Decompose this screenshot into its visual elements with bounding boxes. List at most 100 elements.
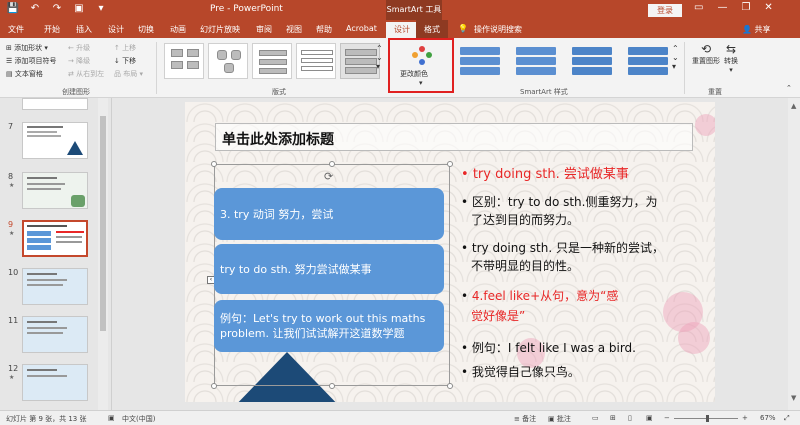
restore-icon[interactable]: ❐ [741, 2, 750, 13]
bullet-3-cont: 不带明显的目的性。 [471, 259, 580, 273]
collapse-ribbon-icon[interactable]: ⌃ [786, 84, 792, 92]
tab-acrobat[interactable]: Acrobat [346, 24, 377, 33]
zoom-slider[interactable] [674, 415, 738, 422]
smartart-style-2[interactable] [516, 45, 556, 77]
slide-thumbnail-8[interactable] [22, 172, 88, 209]
language-status[interactable]: 中文(中国) [122, 414, 155, 424]
share-button[interactable]: 👤 共享 [742, 24, 771, 35]
undo-icon[interactable]: ↶ [28, 3, 42, 14]
layout-option-1[interactable] [164, 43, 204, 79]
ribbon-display-icon[interactable]: ▭ [694, 2, 703, 13]
tab-smartart-format[interactable]: 格式 [416, 20, 448, 38]
layout-option-5-selected[interactable] [340, 43, 380, 79]
slide[interactable]: 单击此处添加标题 ⟳ ‹ 3. try 动词 努力，尝试 try to do s… [185, 102, 715, 402]
resize-handle[interactable] [211, 161, 217, 167]
fit-slide-icon[interactable]: ⤢ [784, 414, 790, 423]
save-icon[interactable]: 💾 [6, 3, 20, 14]
smartart-style-1[interactable] [460, 45, 500, 77]
slide-thumbnail-pane: 7 8 ★ 9 ★ 10 11 12 ★ [0, 98, 112, 410]
thumbnail-scrollbar[interactable] [98, 98, 108, 410]
text-pane-button[interactable]: ▤ 文本窗格 [6, 69, 43, 79]
tell-me-search[interactable]: 操作说明搜索 [474, 24, 522, 35]
reset-group-label: 重置 [708, 88, 722, 96]
smartart-style-3[interactable] [572, 45, 612, 77]
tab-transitions[interactable]: 切换 [138, 24, 154, 35]
promote-button[interactable]: ← 升级 [68, 43, 90, 53]
slide-thumbnail-11[interactable] [22, 316, 88, 353]
canvas-scrollbar[interactable]: ▲ ▼ [788, 98, 800, 410]
thumb-number: 8 [8, 172, 14, 181]
tab-home[interactable]: 开始 [44, 24, 60, 35]
tab-review[interactable]: 审阅 [256, 24, 272, 35]
add-shape-button[interactable]: ⊞ 添加形状 ▾ [6, 43, 48, 53]
resize-handle[interactable] [447, 161, 453, 167]
login-button[interactable]: 登录 [648, 4, 682, 17]
smartart-shape-1-text: 3. try 动词 努力，尝试 [220, 208, 334, 221]
close-icon[interactable]: ✕ [764, 2, 772, 13]
convert-button[interactable]: ⇆ 转换 ▾ [724, 42, 738, 74]
animation-star-icon: ★ [9, 230, 15, 237]
tab-view[interactable]: 视图 [286, 24, 302, 35]
layout-button[interactable]: 品 布局 ▾ [114, 69, 143, 79]
spellcheck-icon[interactable]: ▣ [108, 414, 115, 422]
slide-sorter-icon[interactable]: ⊞ [610, 414, 616, 422]
zoom-out-icon[interactable]: − [664, 414, 670, 422]
tab-help[interactable]: 帮助 [316, 24, 332, 35]
decorative-flower [678, 322, 710, 354]
resize-handle[interactable] [447, 383, 453, 389]
slide-thumbnail-6[interactable] [22, 98, 88, 110]
slide-thumbnail-10[interactable] [22, 268, 88, 305]
reset-graphic-button[interactable]: ⟲ 重置图形 [692, 42, 720, 66]
tab-smartart-design[interactable]: 设计 [386, 22, 418, 38]
demote-button[interactable]: → 降级 [68, 56, 90, 66]
slide-thumbnail-9-selected[interactable] [22, 220, 88, 257]
normal-view-icon[interactable]: ▭ [592, 414, 599, 422]
smartart-shape-3[interactable]: 例句：Let's try to work out this maths prob… [214, 300, 444, 352]
change-colors-button[interactable]: 更改颜色 ▾ [388, 38, 454, 93]
tab-file[interactable]: 文件 [8, 24, 24, 35]
reading-view-icon[interactable]: ▯ [628, 414, 632, 422]
ribbon: ⊞ 添加形状 ▾ ☰ 添加项目符号 ▤ 文本窗格 ← 升级 → 降级 ⇄ 从右到… [0, 38, 800, 98]
slideshow-icon[interactable]: ▣ [646, 414, 653, 422]
comments-button[interactable]: ▣ 批注 [548, 414, 571, 424]
tab-slideshow[interactable]: 幻灯片放映 [200, 24, 240, 35]
rotate-handle-icon[interactable]: ⟳ [324, 170, 333, 183]
scroll-down-icon[interactable]: ▼ [791, 394, 796, 402]
tab-insert[interactable]: 插入 [76, 24, 92, 35]
zoom-in-icon[interactable]: + [742, 414, 748, 422]
slide-thumbnail-7[interactable] [22, 122, 88, 159]
bullet-1: • try doing sth. 尝试做某事 [461, 167, 629, 182]
add-bullet-button[interactable]: ☰ 添加项目符号 [6, 56, 57, 66]
smartart-shape-1[interactable]: 3. try 动词 努力，尝试 [214, 188, 444, 240]
tab-design[interactable]: 设计 [108, 24, 124, 35]
zoom-slider-thumb[interactable] [706, 415, 709, 422]
minimize-icon[interactable]: — [717, 2, 727, 13]
bullet-2: • 区别：try to do sth.侧重努力，为 [461, 195, 658, 209]
thumbnail-scrollbar-thumb[interactable] [100, 116, 106, 331]
title-placeholder[interactable]: 单击此处添加标题 [215, 123, 693, 151]
move-up-button[interactable]: ↑ 上移 [114, 43, 136, 53]
layout-option-3[interactable] [252, 43, 292, 79]
present-icon[interactable]: ▣ [72, 3, 86, 14]
zoom-level[interactable]: 67% [760, 414, 776, 422]
tab-animations[interactable]: 动画 [170, 24, 186, 35]
redo-icon[interactable]: ↷ [50, 3, 64, 14]
notes-button[interactable]: ≡ 备注 [514, 414, 536, 424]
customize-qat-icon[interactable]: ▾ [94, 3, 108, 14]
layouts-scroll-icon[interactable]: ⌃ ⌄ ▾ [376, 44, 383, 71]
styles-scroll-icon[interactable]: ⌃ ⌄ ▾ [672, 44, 679, 71]
slide-thumbnail-12[interactable] [22, 364, 88, 401]
separator [684, 42, 685, 94]
resize-handle[interactable] [329, 383, 335, 389]
resize-handle[interactable] [329, 161, 335, 167]
status-bar: 幻灯片 第 9 张，共 13 张 ▣ 中文(中国) ≡ 备注 ▣ 批注 ▭ ⊞ … [0, 410, 800, 425]
smartart-shape-2[interactable]: try to do sth. 努力尝试做某事 [214, 244, 444, 294]
resize-handle[interactable] [211, 383, 217, 389]
layout-option-2[interactable] [208, 43, 248, 79]
scroll-up-icon[interactable]: ▲ [791, 102, 796, 110]
right-to-left-button[interactable]: ⇄ 从右到左 [68, 69, 104, 79]
move-down-button[interactable]: ↓ 下移 [114, 56, 136, 66]
layout-option-4[interactable] [296, 43, 336, 79]
tell-me-icon[interactable]: 💡 [458, 24, 468, 33]
smartart-style-4[interactable] [628, 45, 668, 77]
